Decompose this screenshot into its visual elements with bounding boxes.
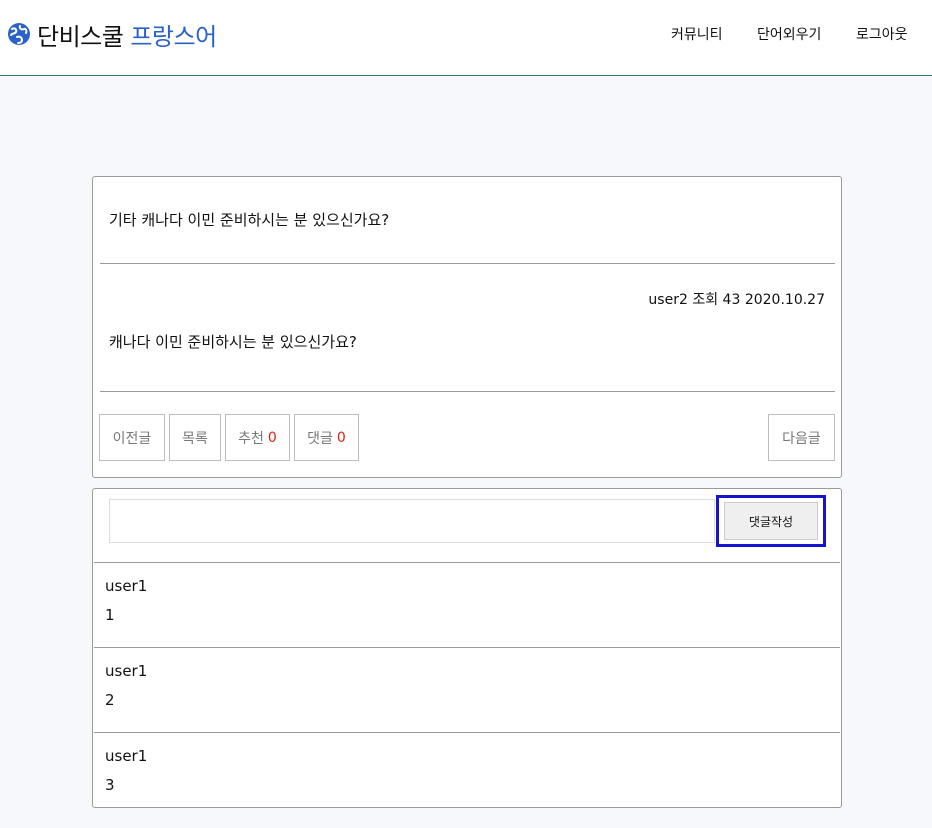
post-card: 기타 캐나다 이민 준비하시는 분 있으신가요? user2 조회 43 202… <box>92 176 842 478</box>
prev-post-button[interactable]: 이전글 <box>99 414 165 461</box>
views-label: 조회 <box>692 292 719 308</box>
post-body: 캐나다 이민 준비하시는 분 있으신가요? <box>109 333 357 351</box>
nav-vocabulary[interactable]: 단어외우기 <box>757 24 821 44</box>
comment-card: 댓글작성 user1 1 user1 2 user1 3 <box>92 488 842 808</box>
comment-item: user1 1 <box>94 562 840 647</box>
post-meta: user2 조회 43 2020.10.27 <box>648 289 825 309</box>
comment-text: 1 <box>105 606 115 624</box>
comment-list: user1 1 user1 2 user1 3 <box>93 562 841 817</box>
brand-subject: 프랑스어 <box>130 22 217 51</box>
divider <box>100 263 835 264</box>
comment-author: user1 <box>105 747 148 765</box>
top-header: 단비스쿨 프랑스어 커뮤니티 단어외우기 로그아웃 <box>0 0 932 76</box>
views-count: 43 <box>722 292 741 308</box>
site-logo[interactable]: 단비스쿨 프랑스어 <box>7 18 217 51</box>
comment-text: 2 <box>105 691 115 709</box>
comments-count: 0 <box>336 429 346 446</box>
submit-comment-button[interactable]: 댓글작성 <box>724 502 818 540</box>
divider <box>100 391 835 392</box>
comment-author: user1 <box>105 662 148 680</box>
next-post-button[interactable]: 다음글 <box>768 414 835 461</box>
post-title: 기타 캐나다 이민 준비하시는 분 있으신가요? <box>109 211 390 229</box>
post-author: user2 <box>648 292 688 308</box>
submit-highlight: 댓글작성 <box>716 495 826 547</box>
recommend-button[interactable]: 추천 0 <box>225 414 290 461</box>
comments-label: 댓글 <box>307 430 333 447</box>
comment-item: user1 3 <box>94 732 840 817</box>
recommend-label: 추천 <box>238 430 264 447</box>
list-button[interactable]: 목록 <box>169 414 221 461</box>
comment-author: user1 <box>105 577 148 595</box>
post-date: 2020.10.27 <box>744 292 825 308</box>
comment-input[interactable] <box>109 499 715 543</box>
comment-item: user1 2 <box>94 647 840 732</box>
globe-icon <box>8 23 30 45</box>
recommend-count: 0 <box>267 429 277 446</box>
comment-text: 3 <box>105 776 115 794</box>
brand-name: 단비스쿨 <box>37 22 124 51</box>
nav-logout[interactable]: 로그아웃 <box>856 24 908 44</box>
comments-button[interactable]: 댓글 0 <box>294 414 359 461</box>
nav-community[interactable]: 커뮤니티 <box>671 24 723 44</box>
